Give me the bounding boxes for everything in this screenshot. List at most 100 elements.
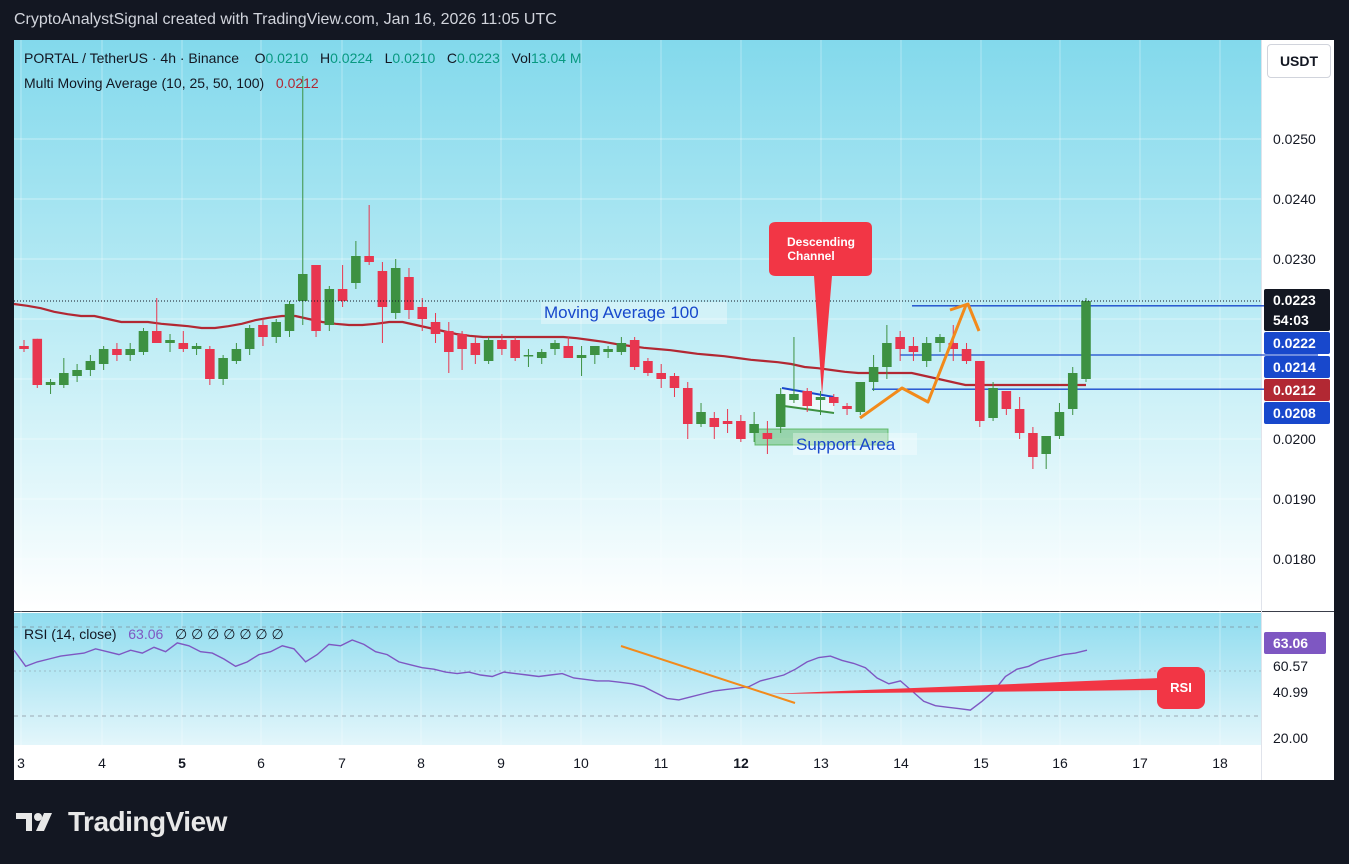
candle-body — [364, 256, 374, 262]
candle-body — [815, 397, 826, 400]
candle-body — [165, 340, 175, 343]
close-label: C — [446, 50, 458, 66]
time-axis-tick: 7 — [338, 755, 346, 771]
rsi-b2-badge-text: 40.99 — [1273, 684, 1308, 700]
candle-body — [590, 346, 600, 355]
candle-body — [98, 349, 109, 364]
candle-body — [351, 256, 361, 283]
candle-body — [337, 289, 348, 301]
descending-channel-label-line2: Channel — [787, 249, 834, 263]
time-axis-tick: 3 — [17, 755, 25, 771]
candle-body — [762, 433, 773, 439]
candle-body — [1028, 433, 1038, 457]
tradingview-logo[interactable]: TradingView — [16, 806, 227, 838]
candle-body — [696, 412, 706, 424]
last-price-badge-text: 0.0223 — [1273, 292, 1316, 308]
rsi-b3-badge-text: 20.00 — [1273, 730, 1308, 746]
candle-body — [138, 331, 149, 352]
high-label: H — [319, 50, 331, 66]
candle-body — [218, 358, 228, 379]
candle-body — [550, 343, 560, 349]
candle-body — [231, 349, 242, 361]
time-axis-tick: 16 — [1052, 755, 1068, 771]
candle-body — [178, 343, 189, 349]
rsi-legend-value: 63.06 — [128, 626, 164, 642]
time-axis-tick: 4 — [98, 755, 106, 771]
candle-body — [988, 388, 998, 418]
ma-label[interactable]: Multi Moving Average (10, 25, 50, 100) — [24, 75, 264, 91]
price-axis-tick: 0.0190 — [1273, 491, 1316, 507]
candle-body — [244, 328, 255, 349]
candle-body — [205, 349, 215, 379]
candle-body — [404, 277, 414, 310]
candle-body — [191, 346, 202, 349]
candle-body — [483, 340, 494, 361]
candle-body — [125, 349, 135, 355]
candle-body — [563, 346, 574, 358]
candle-body — [497, 340, 507, 349]
high-value: 0.0224 — [330, 50, 373, 66]
candle-body — [975, 361, 985, 421]
volume-label: Vol — [511, 50, 531, 66]
candle-body — [457, 334, 467, 349]
candle-body — [802, 391, 813, 406]
time-axis-tick: 12 — [733, 755, 749, 771]
time-axis-tick: 9 — [497, 755, 505, 771]
candle-body — [908, 346, 919, 352]
candle-body — [1001, 391, 1012, 409]
candle-body — [444, 331, 454, 352]
candle-body — [377, 271, 388, 307]
time-axis-tick: 17 — [1132, 755, 1148, 771]
candle-body — [59, 373, 69, 385]
candle-body — [855, 382, 866, 412]
low-value: 0.0210 — [392, 50, 436, 66]
candle-body — [1014, 409, 1025, 433]
candle-body — [390, 268, 401, 313]
candle-body — [32, 338, 43, 385]
candle-body — [749, 424, 759, 433]
last-price-badge-text: 54:03 — [1273, 312, 1309, 328]
candle-body — [895, 337, 905, 349]
chart-canvas[interactable]: Moving Average 100 Support Area Descending… — [0, 0, 1349, 864]
support-annotation-label: Support Area — [796, 435, 896, 454]
candle-body — [417, 307, 428, 319]
rsi-callout-label: RSI — [1170, 680, 1192, 695]
candle-body — [935, 337, 945, 343]
time-axis-tick: 10 — [573, 755, 589, 771]
candle-body — [72, 370, 82, 376]
candle-body — [510, 340, 520, 358]
candle-body — [882, 343, 892, 367]
candle-body — [523, 355, 534, 357]
time-axis-tick: 8 — [417, 755, 425, 771]
candle-body — [736, 421, 746, 439]
symbol-label[interactable]: PORTAL / TetherUS · 4h · Binance — [24, 50, 239, 66]
candle-body — [629, 340, 640, 367]
ma-legend: Multi Moving Average (10, 25, 50, 100) 0… — [24, 75, 319, 91]
time-axis-tick: 18 — [1212, 755, 1228, 771]
time-axis-tick: 5 — [178, 755, 186, 771]
level-upper-badge-text: 0.0222 — [1273, 335, 1316, 351]
rsi-label[interactable]: RSI (14, close) — [24, 626, 117, 642]
candle-body — [603, 349, 613, 352]
open-label: O — [254, 50, 266, 66]
candle-body — [1067, 373, 1078, 409]
price-axis-tick: 0.0200 — [1273, 431, 1316, 447]
candle-body — [842, 406, 852, 409]
price-axis-tick: 0.0250 — [1273, 131, 1316, 147]
candle-body — [682, 388, 693, 424]
candle-body — [775, 394, 786, 427]
time-axis-tick: 15 — [973, 755, 989, 771]
candle-body — [1041, 436, 1051, 454]
close-value: 0.0223 — [457, 50, 500, 66]
candle-body — [258, 325, 268, 337]
currency-button[interactable]: USDT — [1267, 44, 1331, 78]
volume-value: 13.04 M — [531, 50, 582, 66]
ma-value: 0.0212 — [275, 75, 319, 91]
candle-body — [722, 421, 733, 424]
candle-body — [85, 361, 96, 370]
price-pane-background — [14, 40, 1261, 610]
candle-body — [112, 349, 122, 355]
open-value: 0.0210 — [265, 50, 309, 66]
price-axis-tick: 0.0230 — [1273, 251, 1316, 267]
candle-body — [536, 352, 547, 358]
